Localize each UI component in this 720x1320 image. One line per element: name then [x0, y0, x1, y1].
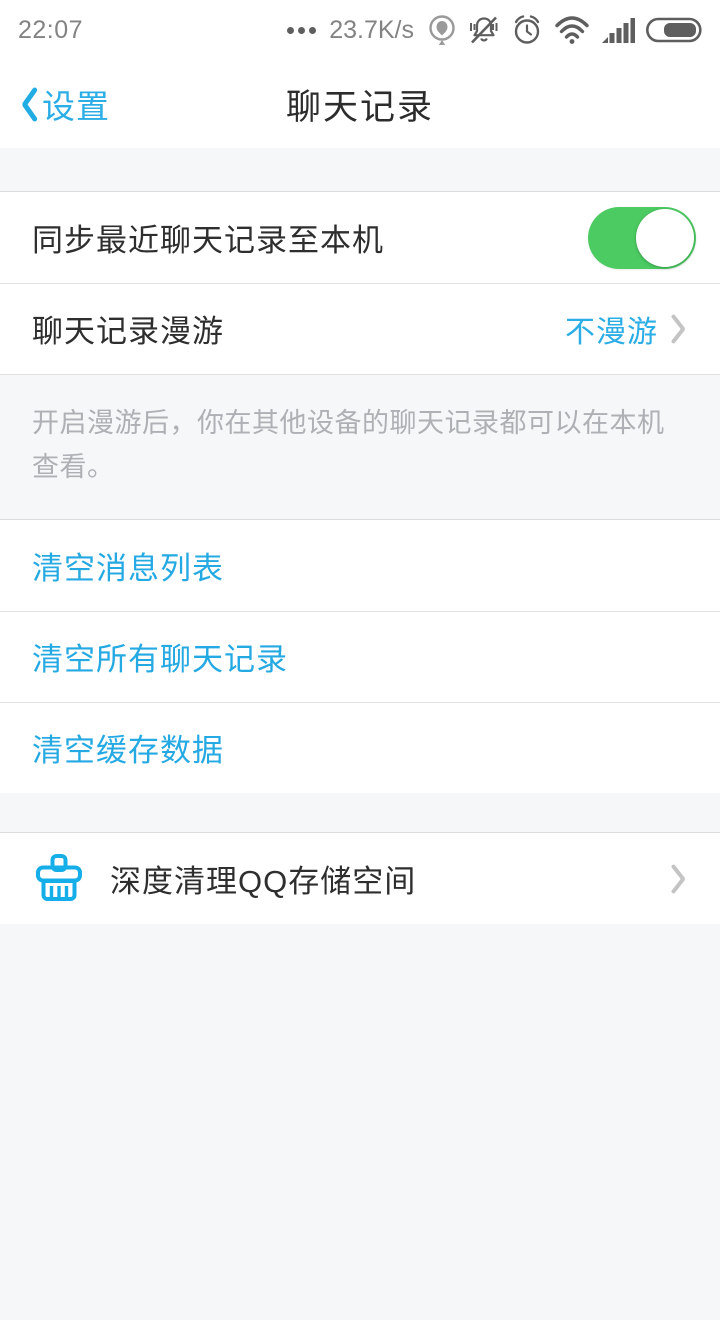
chevron-right-icon: [676, 862, 696, 896]
location-icon: [427, 14, 457, 46]
deep-clean-storage-label: 深度清理QQ存储空间: [110, 864, 417, 899]
clear-cache-data-label: 清空缓存数据: [32, 733, 224, 768]
sync-recent-chat-control: [588, 206, 696, 269]
alarm-clock-icon: [511, 14, 543, 46]
signal-bars-icon: [601, 15, 635, 45]
chat-roaming-value: 不漫游: [565, 315, 658, 349]
clear-all-chat-history-label: 清空所有聊天记录: [32, 642, 288, 677]
row-deep-clean-storage[interactable]: 深度清理QQ存储空间: [0, 833, 720, 924]
roaming-help-text: 开启漫游后，你在其他设备的聊天记录都可以在本机查看。: [32, 408, 665, 482]
roaming-help-block: 开启漫游后，你在其他设备的聊天记录都可以在本机查看。: [0, 374, 720, 520]
clear-message-list-label: 清空消息列表: [32, 551, 224, 586]
notification-dots-icon: [287, 26, 317, 34]
section-gap-top: [0, 148, 720, 192]
chevron-left-icon: [14, 84, 40, 124]
chat-roaming-control: 不漫游: [565, 307, 696, 351]
sync-settings-section: 同步最近聊天记录至本机 聊天记录漫游 不漫游: [0, 192, 720, 374]
app-screen: 22:07 23.7K/s 设置 聊天记录 同步最近聊天记录至本机 聊天记录漫游…: [0, 0, 720, 1320]
broom-icon: [30, 850, 88, 908]
battery-icon: [645, 15, 702, 45]
mute-bell-icon: [468, 14, 500, 46]
row-clear-cache-data[interactable]: 清空缓存数据: [0, 702, 720, 793]
clear-actions-section: 清空消息列表 清空所有聊天记录 清空缓存数据: [0, 520, 720, 793]
status-bar-icons: 23.7K/s: [287, 14, 702, 46]
toggle-knob: [636, 208, 694, 267]
status-time: 22:07: [18, 15, 84, 44]
chevron-right-icon: [676, 312, 696, 346]
sync-recent-chat-toggle[interactable]: [588, 206, 696, 269]
row-sync-recent-chat[interactable]: 同步最近聊天记录至本机: [0, 192, 720, 283]
deep-clean-section: 深度清理QQ存储空间: [0, 833, 720, 924]
row-clear-message-list[interactable]: 清空消息列表: [0, 520, 720, 611]
back-button-label: 设置: [42, 88, 110, 125]
back-button[interactable]: 设置: [0, 80, 110, 128]
navigation-bar: 设置 聊天记录: [0, 60, 720, 148]
status-bar: 22:07 23.7K/s: [0, 0, 720, 60]
row-clear-all-chat-history[interactable]: 清空所有聊天记录: [0, 611, 720, 702]
row-chat-roaming[interactable]: 聊天记录漫游 不漫游: [0, 283, 720, 374]
deep-clean-storage-control: [676, 862, 696, 896]
chat-roaming-label: 聊天记录漫游: [32, 314, 224, 349]
sync-recent-chat-label: 同步最近聊天记录至本机: [32, 223, 384, 258]
network-speed-text: 23.7K/s: [329, 15, 414, 44]
wifi-icon: [554, 15, 590, 45]
section-gap-middle: [0, 793, 720, 833]
page-bottom-filler: [0, 924, 720, 1320]
